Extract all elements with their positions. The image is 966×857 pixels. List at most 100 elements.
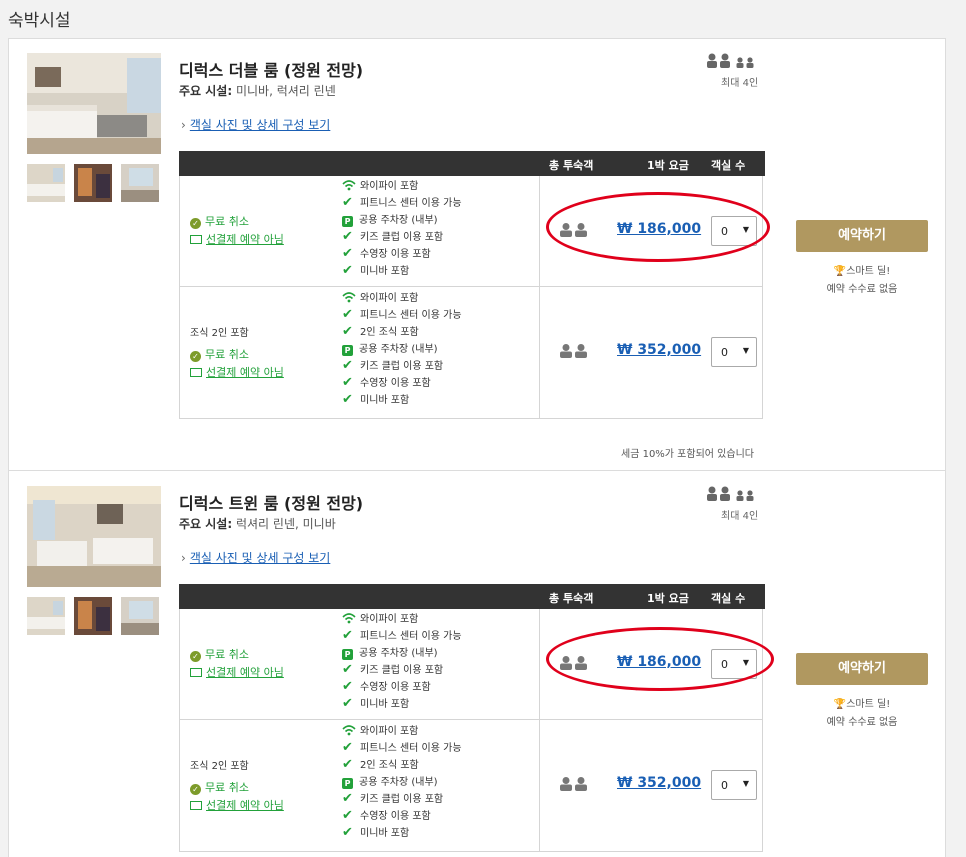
- no-prepay[interactable]: 선결제 예약 아님: [190, 664, 284, 680]
- tax-note: 세금 10%가 포함되어 있습니다: [621, 449, 754, 460]
- amenity-list: 와이파이 포함 ✔ 피트니스 센터 이용 가능 P 공용 주차장 (내부) ✔ 키즈 …: [342, 611, 462, 713]
- room-title: 디럭스 더블 룸 (정원 전망): [179, 61, 364, 80]
- thumbnail[interactable]: [74, 597, 112, 635]
- amenity-list: 와이파이 포함 ✔ 피트니스 센터 이용 가능 ✔ 2인 조식 포함 P 공용 주차장…: [342, 723, 462, 842]
- amenity-item: ✔ 수영장 이용 포함: [342, 679, 431, 694]
- amenity-list: 와이파이 포함 ✔ 피트니스 센터 이용 가능 P 공용 주차장 (내부) ✔ 키즈 …: [342, 178, 462, 280]
- check-icon: ✔: [342, 324, 353, 339]
- room-count-select[interactable]: 0 ▼: [711, 649, 757, 679]
- amenity-item: ✔ 키즈 클럽 이용 포함: [342, 358, 444, 373]
- rate-table-header: 총 투숙객 1박 요금 객실 수: [179, 151, 765, 176]
- book-button[interactable]: 예약하기: [796, 653, 928, 685]
- chevron-right-icon: ›: [181, 551, 186, 565]
- facilities-label: 주요 시설:: [179, 84, 233, 98]
- room-main-photo[interactable]: [27, 53, 161, 154]
- free-cancel: ✓ 무료 취소: [190, 346, 249, 362]
- room-card-deluxe-double: 디럭스 더블 룸 (정원 전망) 주요 시설: 미니바, 럭셔리 린넨 › 객실 …: [9, 39, 945, 471]
- amenity-item: ✔ 피트니스 센터 이용 가능: [342, 628, 462, 643]
- thumbnail[interactable]: [74, 164, 112, 202]
- rate-row: 조식 2인 포함 ✓ 무료 취소 선결제 예약 아님 와이파이 포함 ✔ 피트니스 …: [180, 721, 762, 851]
- rate-table-header: 총 투숙객 1박 요금 객실 수: [179, 584, 765, 609]
- free-cancel: ✓ 무료 취소: [190, 213, 249, 229]
- check-icon: ✔: [342, 263, 353, 278]
- check-icon: ✔: [342, 825, 353, 840]
- facilities-label: 주요 시설:: [179, 517, 233, 531]
- amenity-item: P 공용 주차장 (내부): [342, 212, 462, 229]
- amenity-item: ✔ 2인 조식 포함: [342, 757, 419, 772]
- book-button[interactable]: 예약하기: [796, 220, 928, 252]
- room-price[interactable]: ₩ 186,000: [617, 654, 701, 670]
- dropdown-arrow-icon: ▼: [742, 779, 749, 788]
- header-guests: 총 투숙객: [549, 159, 594, 172]
- check-icon: ✔: [342, 696, 353, 711]
- smart-deal: 🏆스마트 딜!: [833, 266, 891, 277]
- smart-deal: 🏆스마트 딜!: [833, 699, 891, 710]
- amenity-item: P 공용 주차장 (내부): [342, 341, 462, 358]
- room-count-select[interactable]: 0 ▼: [711, 337, 757, 367]
- check-icon: ✔: [342, 791, 353, 806]
- room-price[interactable]: ₩ 352,000: [617, 342, 701, 358]
- rate-table: 총 투숙객 1박 요금 객실 수 ✓ 무료 취소 선결제 예약 아님 와이파이 포…: [179, 584, 765, 852]
- dropdown-arrow-icon: ▼: [742, 346, 749, 355]
- rate-table: 총 투숙객 1박 요금 객실 수 ✓ 무료 취소 선결제 예약 아님 와이파이 포…: [179, 151, 765, 419]
- check-circle-icon: ✓: [190, 351, 201, 362]
- check-icon: ✔: [342, 808, 353, 823]
- person-icon: [560, 777, 587, 791]
- amenity-item: P 공용 주차장 (내부): [342, 645, 462, 662]
- chevron-right-icon: ›: [181, 118, 186, 132]
- check-icon: ✔: [342, 740, 353, 755]
- thumbnail[interactable]: [27, 597, 65, 635]
- room-detail-link[interactable]: › 객실 사진 및 상세 구성 보기: [181, 549, 330, 566]
- amenity-item: ✔ 수영장 이용 포함: [342, 808, 431, 823]
- header-price: 1박 요금: [647, 159, 689, 172]
- check-icon: ✔: [342, 246, 353, 261]
- room-count-select[interactable]: 0 ▼: [711, 770, 757, 800]
- amenity-item: ✔ 키즈 클럽 이용 포함: [342, 229, 444, 244]
- wifi-icon: [342, 180, 356, 191]
- amenity-item: ✔ 미니바 포함: [342, 696, 410, 711]
- check-icon: ✔: [342, 392, 353, 407]
- max-occupancy: 최대 4인: [721, 511, 759, 522]
- no-prepay[interactable]: 선결제 예약 아님: [190, 364, 284, 380]
- card-icon: [190, 368, 202, 377]
- thumbnail[interactable]: [121, 597, 159, 635]
- check-icon: ✔: [342, 628, 353, 643]
- room-price[interactable]: ₩ 352,000: [617, 775, 701, 791]
- photo-thumbnails: [27, 597, 167, 635]
- amenity-item: ✔ 키즈 클럽 이용 포함: [342, 791, 444, 806]
- amenity-item: ✔ 수영장 이용 포함: [342, 375, 431, 390]
- person-icon: [560, 656, 587, 670]
- dropdown-arrow-icon: ▼: [742, 658, 749, 667]
- amenity-item: ✔ 미니바 포함: [342, 263, 410, 278]
- check-icon: ✔: [342, 195, 353, 210]
- header-rooms: 객실 수: [711, 159, 746, 172]
- room-card-deluxe-twin: 디럭스 트윈 룸 (정원 전망) 주요 시설: 럭셔리 린넨, 미니바 › 객실 …: [9, 472, 945, 857]
- free-cancel: ✓ 무료 취소: [190, 779, 249, 795]
- page-title: 숙박시설: [8, 11, 71, 31]
- person-icon: [560, 344, 587, 358]
- room-count-select[interactable]: 0 ▼: [711, 216, 757, 246]
- detail-link-text: 객실 사진 및 상세 구성 보기: [189, 118, 331, 132]
- amenity-item: ✔ 미니바 포함: [342, 825, 410, 840]
- no-booking-fee: 예약 수수료 없음: [826, 717, 898, 728]
- parking-icon: P: [342, 345, 353, 356]
- check-icon: ✔: [342, 375, 353, 390]
- trophy-icon: 🏆: [833, 699, 847, 710]
- no-prepay[interactable]: 선결제 예약 아님: [190, 797, 284, 813]
- thumbnail[interactable]: [121, 164, 159, 202]
- header-rooms: 객실 수: [711, 592, 746, 605]
- amenity-item: 와이파이 포함: [342, 178, 462, 195]
- room-detail-link[interactable]: › 객실 사진 및 상세 구성 보기: [181, 116, 330, 133]
- person-icon: [707, 486, 767, 502]
- amenity-item: 와이파이 포함: [342, 290, 462, 307]
- header-guests: 총 투숙객: [549, 592, 594, 605]
- dropdown-arrow-icon: ▼: [742, 225, 749, 234]
- free-cancel: ✓ 무료 취소: [190, 646, 249, 662]
- rate-row: ✓ 무료 취소 선결제 예약 아님 와이파이 포함 ✔ 피트니스 센터 이용 가능 …: [180, 176, 762, 287]
- room-main-photo[interactable]: [27, 486, 161, 587]
- check-circle-icon: ✓: [190, 784, 201, 795]
- no-prepay[interactable]: 선결제 예약 아님: [190, 231, 284, 247]
- amenity-item: 와이파이 포함: [342, 723, 462, 740]
- thumbnail[interactable]: [27, 164, 65, 202]
- room-price[interactable]: ₩ 186,000: [617, 221, 701, 237]
